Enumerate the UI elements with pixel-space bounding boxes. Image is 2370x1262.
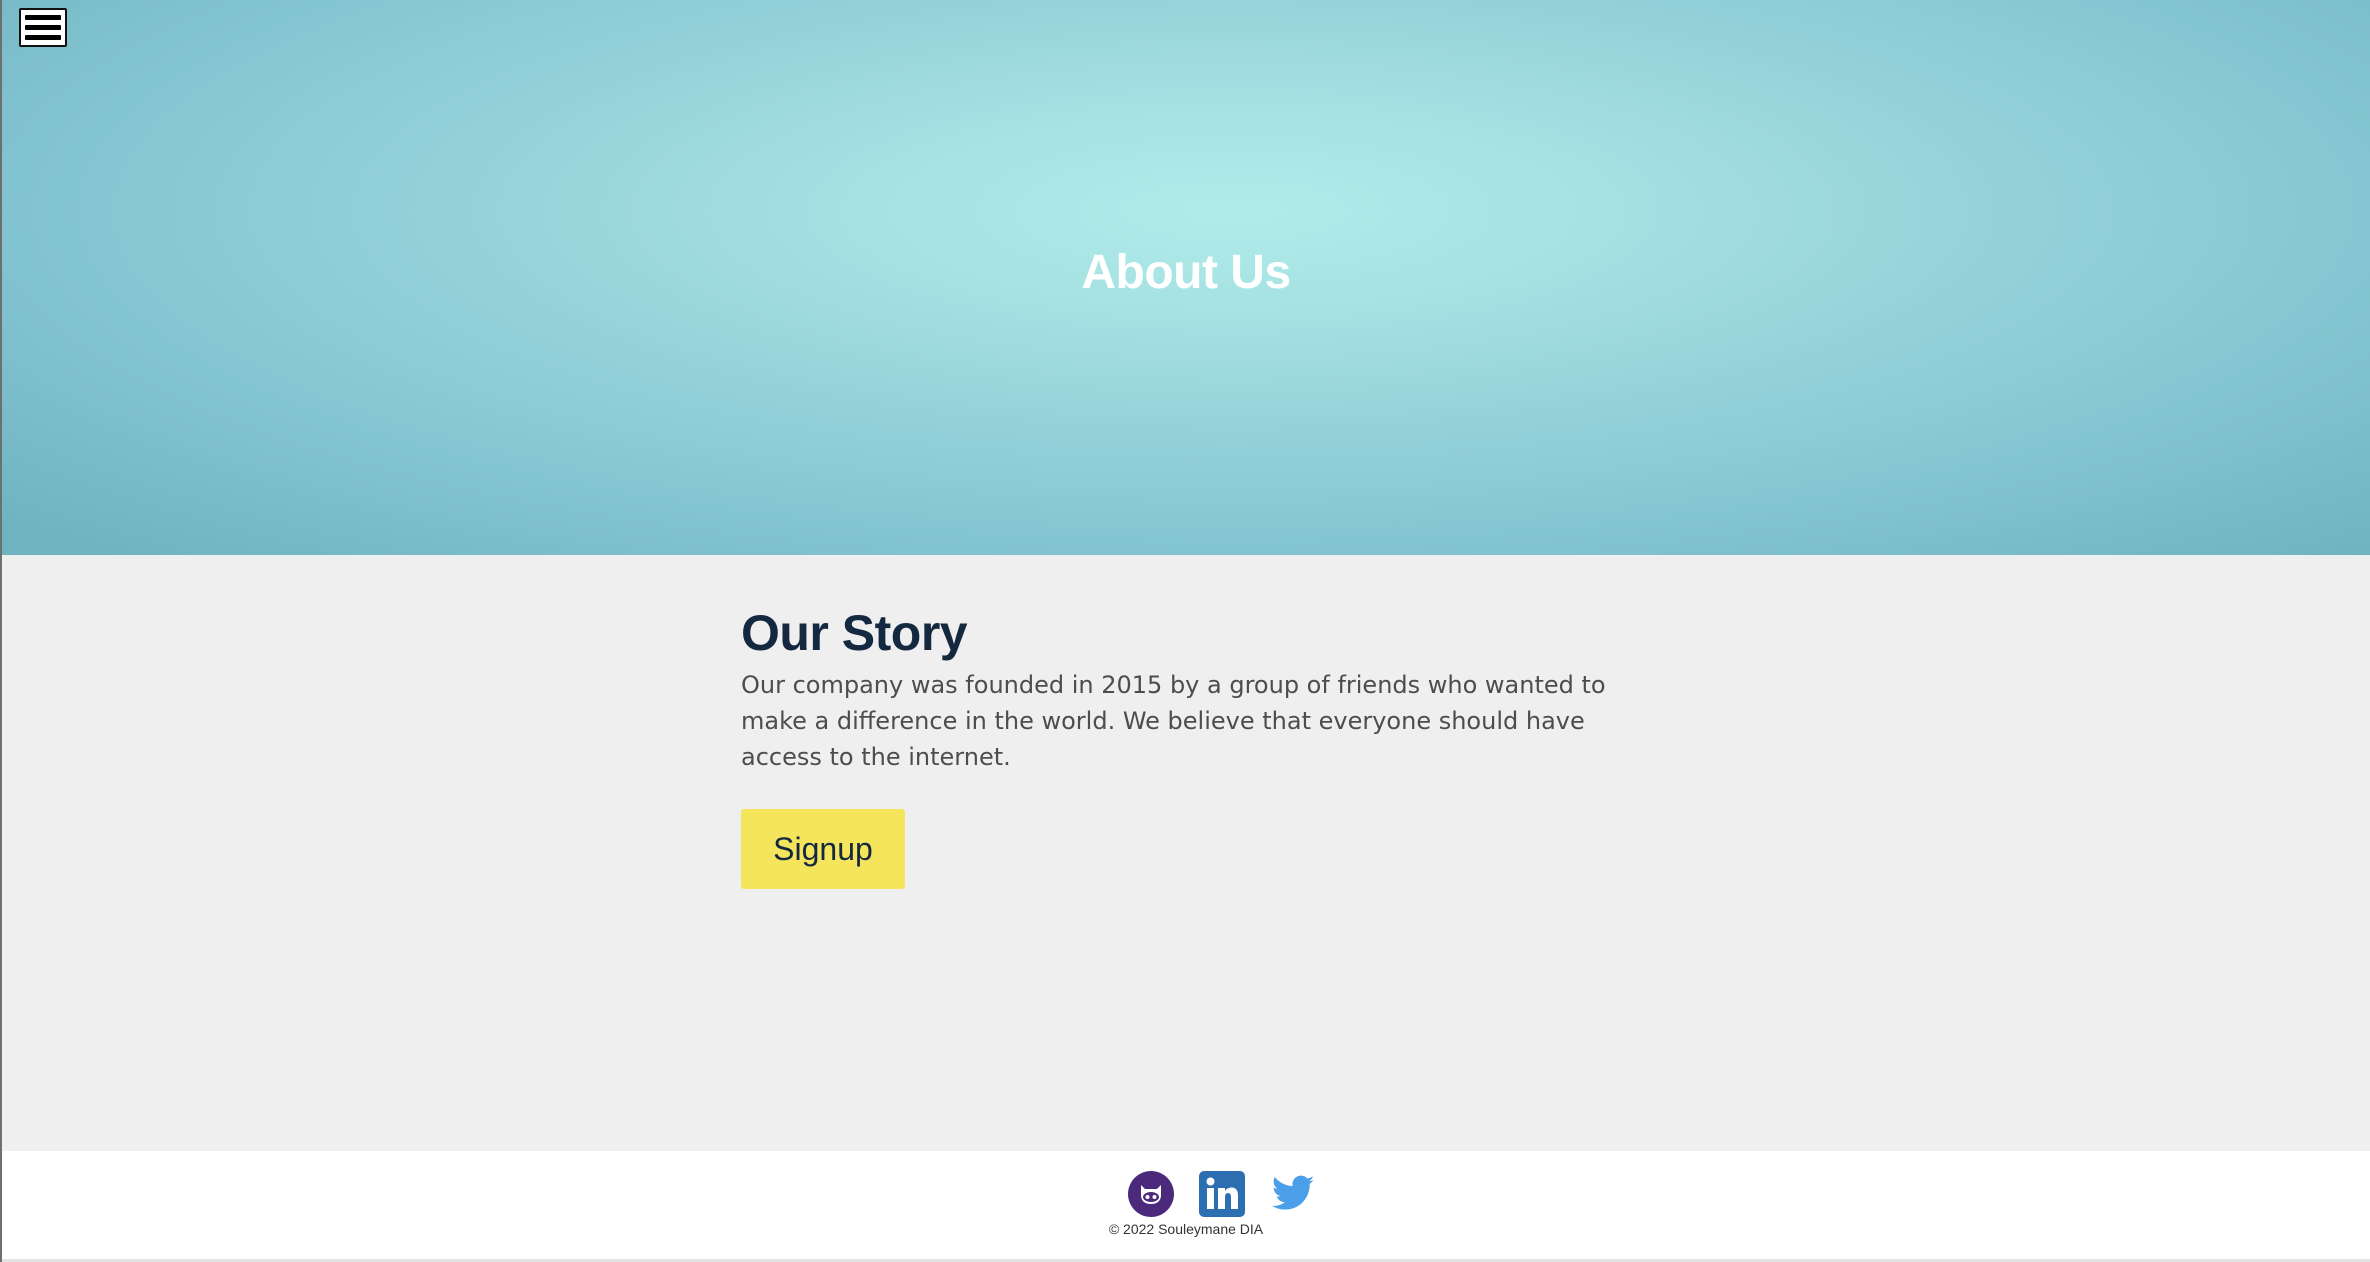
copyright-text: © 2022 Souleymane DIA (1108, 1221, 1264, 1237)
hamburger-menu-button[interactable] (19, 8, 67, 47)
hero-title: About Us (1081, 246, 1291, 299)
footer: © 2022 Souleymane DIA (2, 1151, 2370, 1262)
page: About Us Our Story Our company was found… (0, 0, 2370, 1262)
story-section: Our Story Our company was founded in 201… (2, 555, 2370, 1151)
hamburger-menu-icon-bar (25, 25, 61, 30)
signup-button[interactable]: Signup (741, 809, 905, 889)
github-icon (1128, 1171, 1174, 1217)
hamburger-menu-icon-bar (25, 35, 61, 40)
linkedin-icon (1199, 1171, 1245, 1217)
github-link[interactable] (1128, 1171, 1174, 1217)
hamburger-menu-icon (25, 15, 61, 20)
linkedin-link[interactable] (1199, 1171, 1245, 1217)
story-text: Our company was founded in 2015 by a gro… (741, 671, 1606, 771)
twitter-link[interactable] (1270, 1171, 1316, 1217)
twitter-icon (1271, 1175, 1315, 1210)
story-content: Our Story Our company was founded in 201… (741, 603, 1661, 889)
social-links (1128, 1171, 1316, 1217)
hero-banner: About Us (2, 0, 2370, 555)
story-title: Our Story (741, 605, 968, 661)
